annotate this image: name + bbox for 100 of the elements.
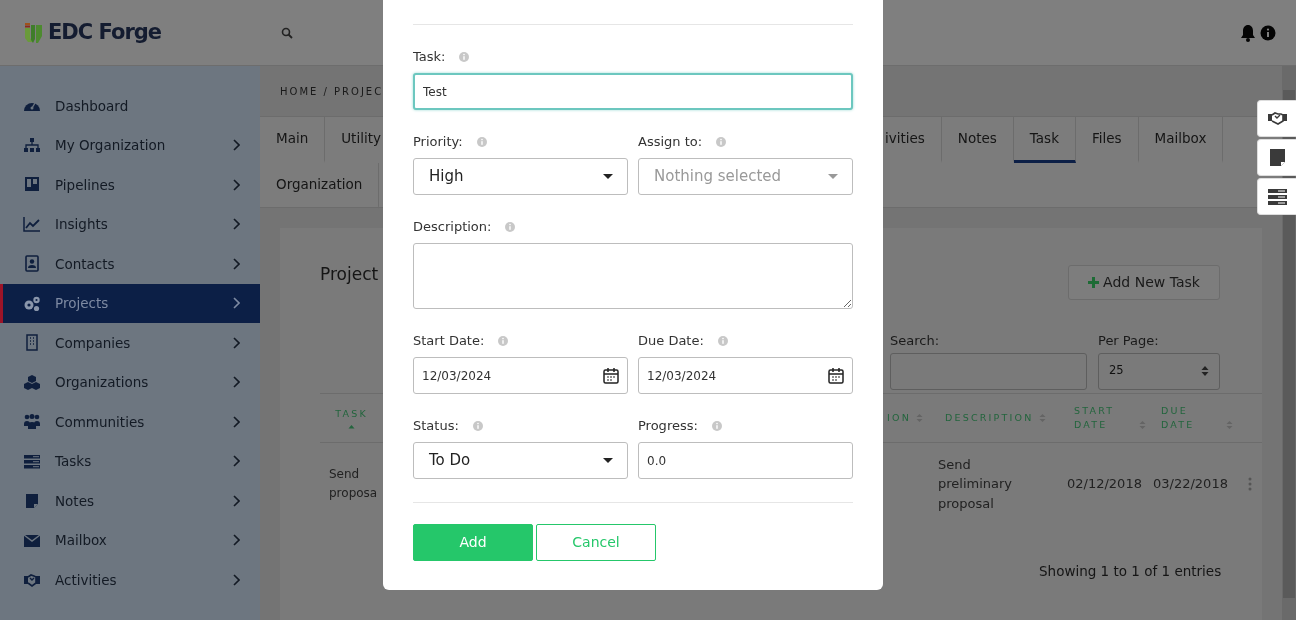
description-field[interactable] xyxy=(413,243,853,309)
field-label: Description: xyxy=(413,217,492,236)
field-label: Task: xyxy=(413,47,446,66)
list-icon xyxy=(23,452,41,470)
sidebar-item[interactable]: Dashboard xyxy=(0,86,260,126)
field-label: Priority: xyxy=(413,132,463,151)
sidebar-item[interactable]: Tasks xyxy=(0,441,260,481)
select-field[interactable]: Nothing selected xyxy=(638,158,853,195)
side-tool-button[interactable] xyxy=(1257,178,1296,215)
field-label: Assign to: xyxy=(638,132,703,151)
info-icon xyxy=(711,420,722,431)
table-cell-text: Send preliminary proposal xyxy=(938,455,1014,513)
sidebar-label: Dashboard xyxy=(55,96,130,116)
entries-info: Showing 1 to 1 of 1 entries xyxy=(1038,562,1223,581)
sidebar-label: Notes xyxy=(55,491,95,511)
info-icon xyxy=(505,221,516,232)
caret-icon xyxy=(603,174,613,179)
sidebar-label: Projects xyxy=(55,294,110,314)
tab[interactable]: Organization xyxy=(260,163,380,209)
field-label: Status: xyxy=(413,416,459,435)
tab[interactable]: Main xyxy=(260,117,326,163)
calendar-icon xyxy=(828,367,844,384)
sidebar-label: Pipelines xyxy=(55,175,116,195)
caret-icon xyxy=(828,174,838,179)
gears-icon xyxy=(23,294,41,312)
bell-icon[interactable] xyxy=(1240,23,1256,42)
kebab-icon[interactable] xyxy=(1248,477,1252,491)
sidebar-item[interactable]: Organizations xyxy=(0,362,260,402)
field-label: Start Date: xyxy=(413,331,485,350)
sidebar-item[interactable]: Notes xyxy=(0,481,260,521)
plus-icon xyxy=(1088,277,1100,288)
sidebar-label: Communities xyxy=(55,412,146,432)
list-icon xyxy=(1266,187,1288,206)
sidebar-label: Contacts xyxy=(55,254,116,274)
handshake-icon xyxy=(23,571,41,589)
spinner-icon xyxy=(1201,365,1209,377)
people-icon xyxy=(23,413,41,431)
tab[interactable]: Notes xyxy=(941,117,1014,163)
sort-up-icon[interactable] xyxy=(348,424,355,430)
search-field[interactable] xyxy=(890,352,1087,390)
sidebar-item[interactable]: Contacts xyxy=(0,244,260,284)
add-task-button[interactable]: Add New Task xyxy=(1068,265,1220,300)
building-icon xyxy=(23,334,41,352)
cubes-icon xyxy=(23,373,41,391)
handshake-icon xyxy=(1266,109,1288,128)
sidebar-label: Companies xyxy=(55,333,132,353)
line-chart-icon xyxy=(23,215,41,233)
date-field[interactable]: 12/03/2024 xyxy=(413,357,628,394)
sidebar-label: Insights xyxy=(55,215,109,235)
text-field[interactable]: Test xyxy=(413,73,853,110)
date-field[interactable]: 12/03/2024 xyxy=(638,357,853,394)
sidebar-item[interactable]: Activities xyxy=(0,560,260,600)
sidebar-label: My Organization xyxy=(55,136,167,156)
text-field[interactable]: 0.0 xyxy=(638,442,853,479)
sidebar-label: Tasks xyxy=(55,452,93,472)
sidebar-label: Organizations xyxy=(55,373,150,393)
tab[interactable]: Mailbox xyxy=(1138,117,1224,163)
contact-card-icon xyxy=(23,255,41,273)
info-icon[interactable] xyxy=(1260,24,1276,41)
cancel-button[interactable]: Cancel xyxy=(536,524,656,561)
side-tool-button[interactable] xyxy=(1257,100,1296,137)
org-chart-icon xyxy=(23,136,41,154)
field-label: Per Page: xyxy=(1098,332,1160,350)
tab[interactable]: Task xyxy=(1013,117,1076,163)
info-icon xyxy=(472,420,483,431)
tab[interactable]: Files xyxy=(1075,117,1139,163)
select-field[interactable]: To Do xyxy=(413,442,628,479)
add-button[interactable]: Add xyxy=(413,524,533,561)
table-cell-text: 02/12/2018 xyxy=(1067,475,1143,494)
sidebar-item[interactable]: Communities xyxy=(0,402,260,442)
table-cell-text: 03/22/2018 xyxy=(1153,475,1229,494)
calendar-icon xyxy=(603,367,619,384)
per-page-select[interactable]: 25 xyxy=(1098,352,1220,390)
table-cell-text: Send proposa xyxy=(328,466,379,502)
sidebar-item[interactable]: My Organization xyxy=(0,125,260,165)
sidebar-label: Mailbox xyxy=(55,531,108,551)
field-label: Search: xyxy=(890,332,941,350)
caret-icon xyxy=(603,458,613,463)
sidebar-label: Activities xyxy=(55,570,118,590)
field-label: Due Date: xyxy=(638,331,704,350)
field-label: Progress: xyxy=(638,416,698,435)
sidebar-item[interactable]: Companies xyxy=(0,323,260,363)
logo-icon xyxy=(24,21,44,44)
info-icon xyxy=(716,136,727,147)
info-icon xyxy=(459,51,470,62)
side-tool-button[interactable] xyxy=(1257,139,1296,176)
search-icon[interactable] xyxy=(281,26,294,39)
logo-text: EDC Forge xyxy=(48,18,162,46)
breadcrumb: HOME / PROJEC xyxy=(280,84,384,99)
select-field[interactable]: High xyxy=(413,158,628,195)
sidebar-item[interactable]: Insights xyxy=(0,204,260,244)
info-icon xyxy=(498,335,509,346)
sidebar-item[interactable]: Projects xyxy=(0,283,260,323)
note-icon xyxy=(23,492,41,510)
sidebar-item[interactable]: Pipelines xyxy=(0,165,260,205)
panel-title: Project xyxy=(320,263,380,286)
info-icon xyxy=(476,136,487,147)
sidebar-item[interactable]: Mailbox xyxy=(0,520,260,560)
info-icon xyxy=(717,335,728,346)
board-icon xyxy=(23,176,41,194)
